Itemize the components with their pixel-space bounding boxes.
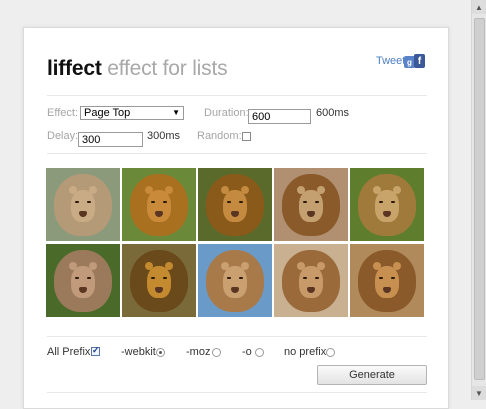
divider: [47, 153, 427, 154]
lion-illustration: [282, 174, 340, 236]
social-share[interactable]: g f: [404, 54, 426, 70]
lion-photo-6[interactable]: [46, 244, 120, 317]
lion-illustration: [54, 174, 112, 236]
divider: [47, 95, 427, 96]
lion-illustration: [358, 174, 416, 236]
scroll-down-arrow-icon[interactable]: ▼: [472, 386, 486, 400]
delay-display: 300ms: [147, 130, 181, 142]
lion-illustration: [130, 250, 188, 312]
effect-label: Effect:: [47, 107, 78, 119]
scrollbar-thumb[interactable]: [474, 18, 485, 380]
duration-input[interactable]: [248, 109, 311, 124]
no-prefix-radio[interactable]: [326, 348, 335, 357]
lion-illustration: [206, 174, 264, 236]
title-bold: liffect: [47, 57, 102, 80]
prefix-option-moz: -moz: [186, 346, 211, 358]
webkit-radio[interactable]: [156, 348, 165, 357]
lion-illustration: [206, 250, 264, 312]
dropdown-arrow-icon: ▼: [172, 108, 180, 117]
lion-photo-4[interactable]: [274, 168, 348, 241]
facebook-icon[interactable]: f: [414, 54, 425, 68]
lion-photo-2[interactable]: [122, 168, 196, 241]
effect-select[interactable]: Page Top ▼: [80, 106, 184, 120]
lion-illustration: [130, 174, 188, 236]
tweet-link[interactable]: Tweet: [376, 55, 405, 67]
lion-illustration: [282, 250, 340, 312]
delay-input[interactable]: [78, 132, 143, 147]
divider: [47, 336, 427, 337]
vertical-scrollbar[interactable]: ▲ ▼: [471, 0, 486, 400]
random-label: Random:: [197, 130, 242, 142]
lion-photo-3[interactable]: [198, 168, 272, 241]
lion-photo-9[interactable]: [274, 244, 348, 317]
duration-display: 600ms: [316, 107, 350, 119]
title-light: effect for lists: [107, 57, 228, 80]
lion-illustration: [358, 250, 416, 312]
main-panel: liffect effect for lists Tweet g f Effec…: [23, 27, 449, 409]
prefix-option-o: -o: [242, 346, 252, 358]
lion-photo-7[interactable]: [122, 244, 196, 317]
lion-photo-1[interactable]: [46, 168, 120, 241]
prefix-option-none: no prefix: [284, 346, 327, 358]
lion-illustration: [54, 250, 112, 312]
prefix-option-webkit: -webkit: [121, 346, 156, 358]
lion-photo-8[interactable]: [198, 244, 272, 317]
all-prefix-label: All Prefix: [47, 346, 91, 358]
divider: [47, 392, 427, 393]
page-title: liffect effect for lists: [47, 57, 228, 81]
lion-photo-5[interactable]: [350, 168, 424, 241]
moz-radio[interactable]: [212, 348, 221, 357]
lion-gallery: [46, 168, 426, 318]
o-radio[interactable]: [255, 348, 264, 357]
delay-label: Delay:: [47, 130, 79, 142]
generate-button[interactable]: Generate: [317, 365, 427, 385]
all-prefix-checkbox[interactable]: [91, 345, 100, 356]
effect-select-value: Page Top: [84, 107, 131, 119]
random-checkbox[interactable]: [242, 132, 251, 141]
lion-photo-10[interactable]: [350, 244, 424, 317]
duration-label: Duration:: [204, 107, 249, 119]
scroll-up-arrow-icon[interactable]: ▲: [472, 0, 486, 14]
